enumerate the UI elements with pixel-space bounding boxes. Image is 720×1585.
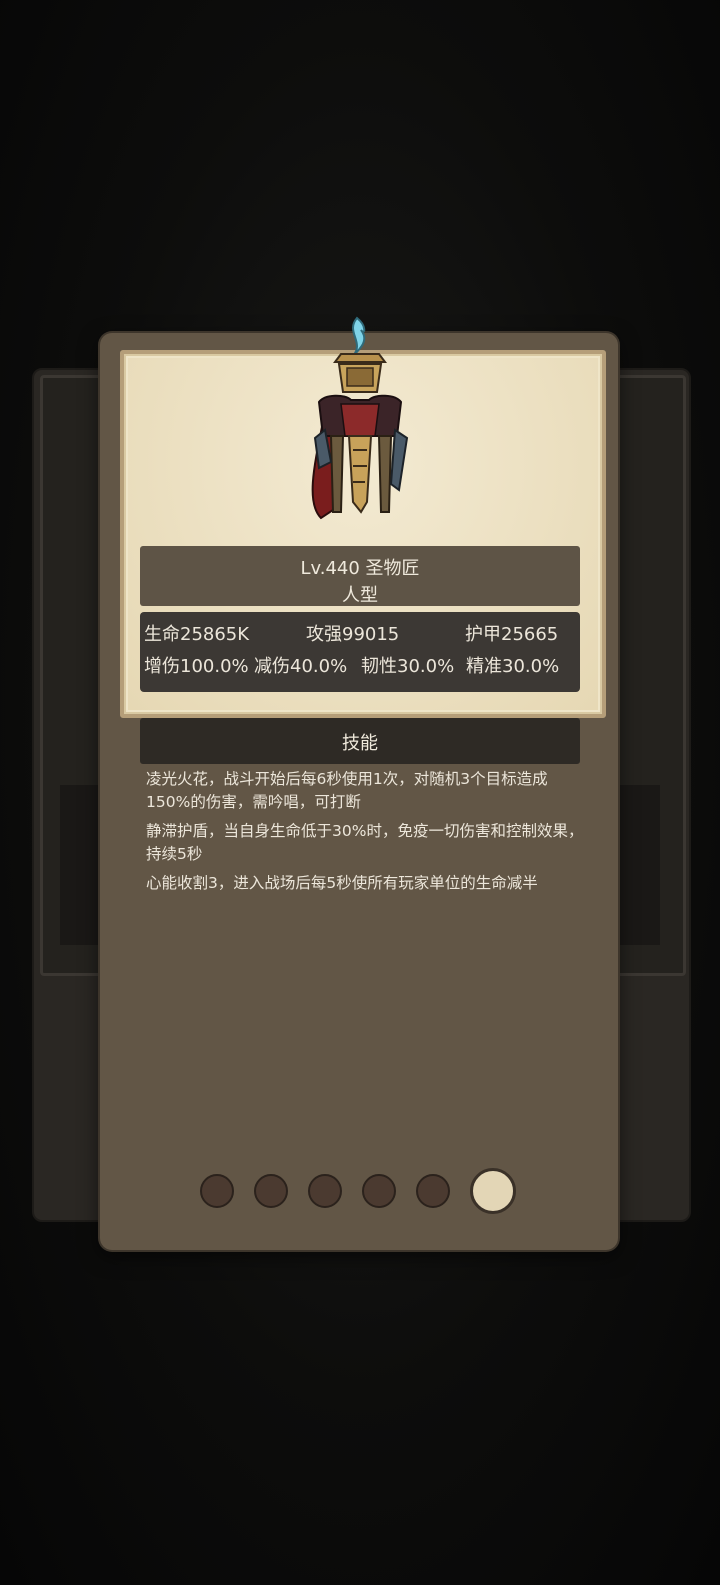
skill-description: 静滞护盾，当自身生命低于30%时，免疫一切伤害和控制效果，持续5秒	[146, 822, 584, 863]
stat-hp: 生命25865K	[144, 624, 250, 645]
page-indicator-dot-active[interactable]	[470, 1168, 516, 1214]
stat-damage-reduction: 减伤40.0%	[254, 656, 348, 677]
page-indicator-dot[interactable]	[254, 1174, 288, 1208]
monster-level-name: Lv.440 圣物匠	[300, 558, 420, 579]
monster-type: 人型	[342, 585, 378, 606]
skills-header-label: 技能	[342, 733, 378, 754]
page-indicator-dot[interactable]	[416, 1174, 450, 1208]
stat-damage-boost: 增伤100.0%	[144, 656, 249, 677]
stat-accuracy: 精准30.0%	[466, 656, 560, 677]
page-indicator-dot[interactable]	[200, 1174, 234, 1208]
stat-tenacity: 韧性30.0%	[361, 656, 455, 677]
stat-armor: 护甲25665	[465, 624, 559, 645]
skill-description: 凌光火花，战斗开始后每6秒使用1次，对随机3个目标造成150%的伤害，需吟唱，可…	[146, 770, 548, 811]
stat-attack: 攻强99015	[306, 624, 400, 645]
monster-name-band: Lv.440 圣物匠 人型	[140, 546, 580, 606]
stats-box: 生命25865K 攻强99015 护甲25665 增伤100.0% 减伤40.0…	[140, 612, 580, 692]
relic-smith-character-image	[311, 316, 409, 520]
page-indicator-dot[interactable]	[362, 1174, 396, 1208]
page-indicator-dot[interactable]	[308, 1174, 342, 1208]
skills-header: 技能	[140, 718, 580, 764]
skill-description: 心能收割3，进入战场后每5秒使所有玩家单位的生命减半	[146, 874, 538, 892]
